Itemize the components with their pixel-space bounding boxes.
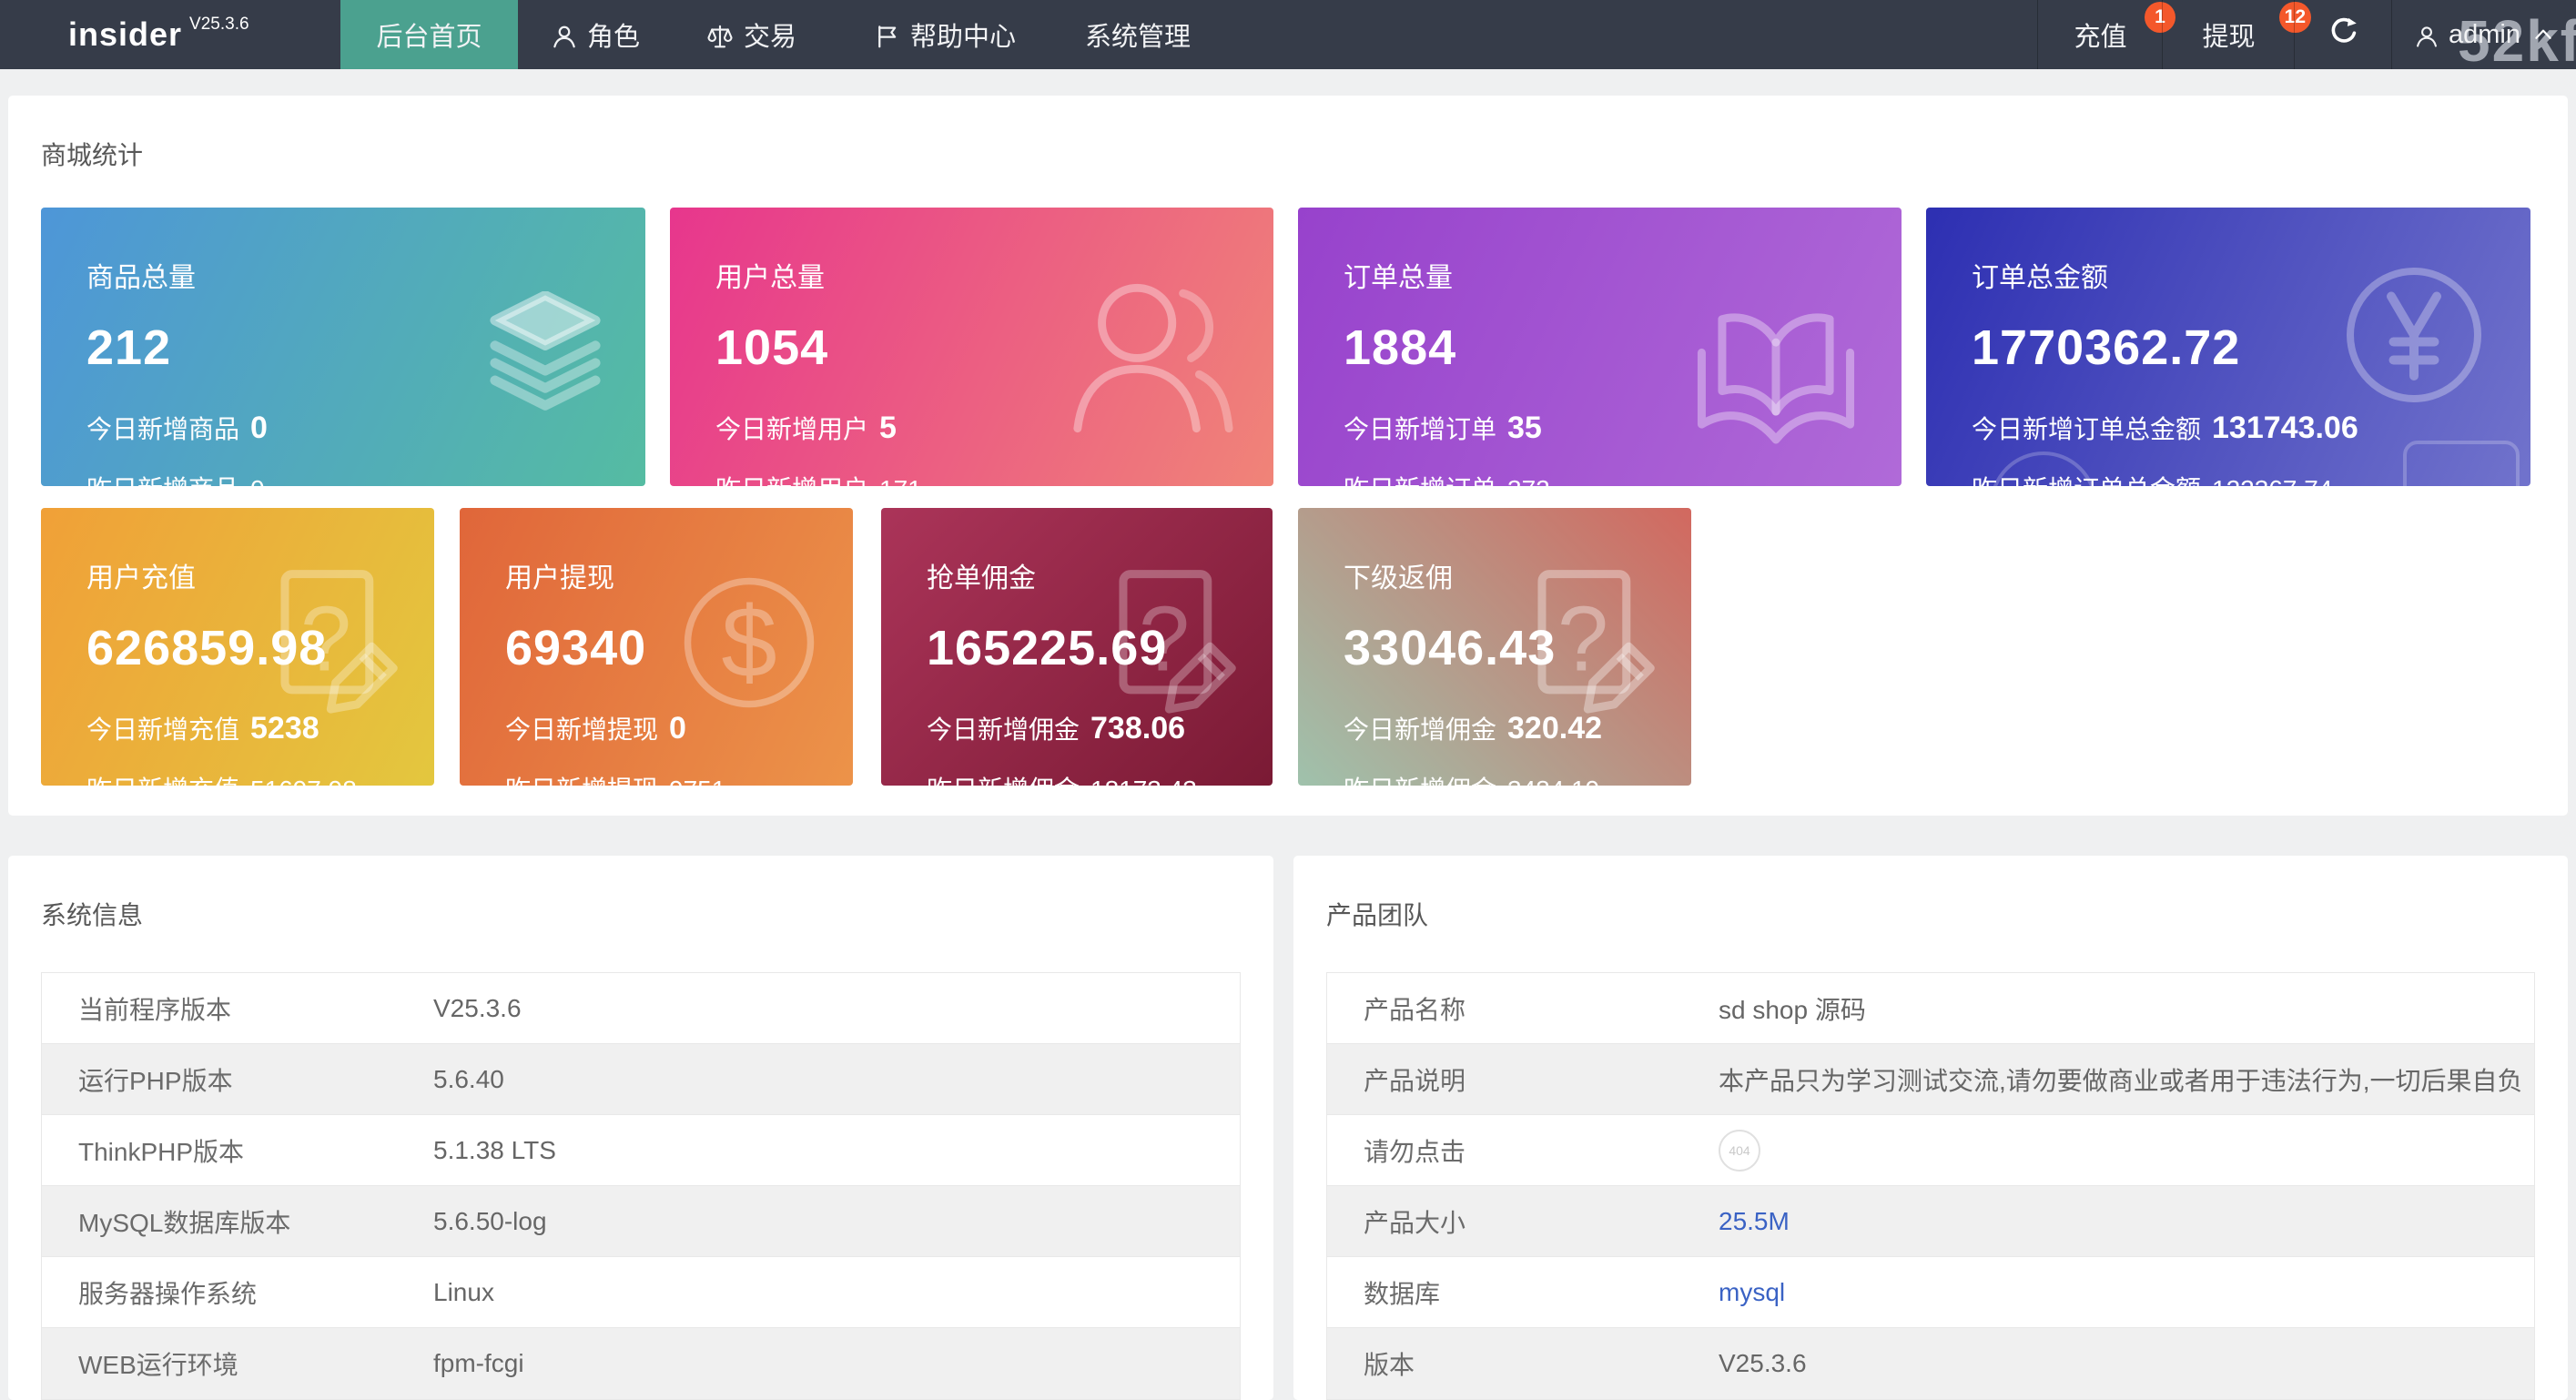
system-info-panel: 系统信息 当前程序版本V25.3.6 运行PHP版本5.6.40 ThinkPH… [8,856,1273,1400]
stat-card-user-withdraw: $ 用户提现 69340 今日新增提现0 昨日新增提现9751 [460,508,853,786]
stat-card-total-orders: 订单总量 1884 今日新增订单35 昨日新增订单372 [1298,208,1902,486]
broken-image-404: 404 [1719,1130,1760,1172]
user-icon [2414,24,2439,49]
recharge-label: 充值 [2074,15,2126,54]
card-yesterday: 昨日新增佣金3484.19 [1344,774,1691,786]
table-row: 请勿点击 404 [1327,1115,2534,1186]
flag-icon [874,23,901,50]
card-today: 今日新增用户5 [715,411,1273,446]
nav-item-trade[interactable]: 交易 [705,0,796,69]
table-row: 运行PHP版本5.6.40 [42,1044,1240,1115]
stat-card-subordinate-rebate: ? 下级返佣 33046.43 今日新增佣金320.42 昨日新增佣金3484.… [1298,508,1691,786]
product-team-panel: 产品团队 产品名称sd shop 源码 产品说明本产品只为学习测试交流,请勿要做… [1293,856,2568,1400]
card-title: 用户提现 [505,563,853,595]
refresh-button[interactable] [2294,0,2392,69]
card-value: 626859.98 [86,621,434,675]
card-yesterday: 昨日新增充值51697.98 [86,774,434,786]
card-today: 今日新增佣金738.06 [927,712,1273,746]
top-navbar: 52kf insider V25.3.6 后台首页 角色 [0,0,2576,69]
card-title: 订单总金额 [1972,262,2530,295]
logo-text: insider [68,15,182,54]
stats-heading: 商城统计 [41,136,143,172]
card-today: 今日新增订单总金额131743.06 [1972,411,2530,446]
stat-card-total-products: 商品总量 212 今日新增商品0 昨日新增商品0 [41,208,645,486]
admin-user-menu[interactable]: admin [2391,0,2576,69]
card-title: 下级返佣 [1344,563,1691,595]
card-value: 1884 [1344,320,1902,375]
card-title: 订单总量 [1344,262,1902,295]
system-info-heading: 系统信息 [41,896,143,932]
card-value: 165225.69 [927,621,1273,675]
withdraw-button[interactable]: 提现 12 [2162,0,2295,69]
nav-item-help-center[interactable]: 帮助中心 [874,0,1016,69]
table-row: 产品大小25.5M [1327,1186,2534,1257]
card-yesterday: 昨日新增商品0 [86,473,645,486]
nav-item-label: 系统管理 [1085,15,1191,54]
card-yesterday: 昨日新增用户171 [715,473,1273,486]
card-today: 今日新增订单35 [1344,411,1902,446]
stat-card-order-total-amount: 订单总金额 1770362.72 今日新增订单总金额131743.06 昨日新增… [1926,208,2530,486]
shop-stats-panel: 商城统计 商品总量 212 今日新增商品0 昨日新增商品0 [8,96,2568,816]
scales-icon [705,23,735,50]
card-title: 抢单佣金 [927,563,1273,595]
nav-item-system-management[interactable]: 系统管理 [1085,0,1191,69]
chevron-up-icon [2531,23,2555,46]
product-team-table: 产品名称sd shop 源码 产品说明本产品只为学习测试交流,请勿要做商业或者用… [1326,972,2535,1400]
recharge-button[interactable]: 充值 1 [2037,0,2163,69]
card-title: 商品总量 [86,262,645,295]
card-yesterday: 昨日新增订单372 [1344,473,1902,486]
system-info-table: 当前程序版本V25.3.6 运行PHP版本5.6.40 ThinkPHP版本5.… [41,972,1241,1400]
card-value: 33046.43 [1344,621,1691,675]
card-yesterday: 昨日新增订单总金额122367.74 [1972,473,2530,486]
table-row: MySQL数据库版本5.6.50-log [42,1186,1240,1257]
card-today: 今日新增商品0 [86,411,645,446]
table-row: ThinkPHP版本5.1.38 LTS [42,1115,1240,1186]
nav-item-label: 角色 [587,15,640,54]
stat-card-grab-commission: ? 抢单佣金 165225.69 今日新增佣金738.06 昨日新增佣金1817… [881,508,1273,786]
logo-version: V25.3.6 [189,15,249,35]
table-row: WEB运行环境fpm-fcgi [42,1328,1240,1399]
refresh-icon [2328,15,2360,55]
admin-username: admin [2449,20,2520,50]
stat-card-total-users: 用户总量 1054 今日新增用户5 昨日新增用户171 [670,208,1273,486]
table-row: 数据库mysql [1327,1257,2534,1328]
card-yesterday: 昨日新增佣金18173.43 [927,774,1273,786]
nav-item-label: 交易 [744,15,796,54]
table-row: 当前程序版本V25.3.6 [42,973,1240,1044]
card-today: 今日新增充值5238 [86,712,434,746]
card-value: 212 [86,320,645,375]
withdraw-label: 提现 [2202,15,2255,54]
page: 52kf insider V25.3.6 后台首页 角色 [0,0,2576,1400]
card-value: 69340 [505,621,853,675]
card-today: 今日新增提现0 [505,712,853,746]
card-title: 用户充值 [86,563,434,595]
nav-item-label: 帮助中心 [910,15,1016,54]
nav-item-label: 后台首页 [376,15,482,54]
nav-item-dashboard[interactable]: 后台首页 [340,0,518,69]
table-row: 产品名称sd shop 源码 [1327,973,2534,1044]
card-today: 今日新增佣金320.42 [1344,712,1691,746]
product-size-link[interactable]: 25.5M [1719,1207,1790,1236]
card-value: 1054 [715,320,1273,375]
table-row: 服务器操作系统Linux [42,1257,1240,1328]
database-link[interactable]: mysql [1719,1278,1785,1307]
product-team-heading: 产品团队 [1326,896,1428,932]
table-row: 产品说明本产品只为学习测试交流,请勿要做商业或者用于违法行为,一切后果自负 [1327,1044,2534,1115]
nav-item-roles[interactable]: 角色 [551,0,640,69]
card-title: 用户总量 [715,262,1273,295]
app-logo[interactable]: insider V25.3.6 [68,0,249,69]
user-icon [551,23,578,50]
card-yesterday: 昨日新增提现9751 [505,774,853,786]
card-value: 1770362.72 [1972,320,2530,375]
stat-card-user-recharge: ? 用户充值 626859.98 今日新增充值5238 昨日新增充值51697.… [41,508,434,786]
table-row: 版本V25.3.6 [1327,1328,2534,1399]
